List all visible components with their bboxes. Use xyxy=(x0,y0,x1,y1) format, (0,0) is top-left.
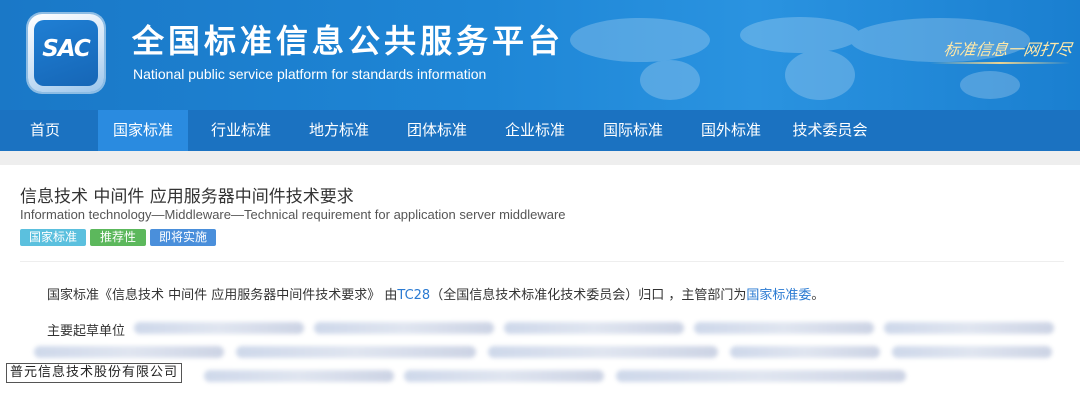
blurred-drafter xyxy=(616,370,906,382)
blurred-drafter xyxy=(204,370,394,382)
nav-item-industry-standards[interactable]: 行业标准 xyxy=(196,110,286,151)
tag-national-standard: 国家标准 xyxy=(20,229,86,246)
main-nav: 首页 国家标准 行业标准 地方标准 团体标准 企业标准 国际标准 国外标准 技术… xyxy=(0,110,1080,151)
nav-item-international-standards[interactable]: 国际标准 xyxy=(588,110,678,151)
slogan: 标准信息一网打尽 xyxy=(942,40,1074,59)
blurred-drafter xyxy=(236,346,476,358)
nav-item-national-standards[interactable]: 国家标准 xyxy=(98,110,188,151)
company-watermark: 普元信息技术股份有限公司 xyxy=(6,363,183,383)
site-title: 全国标准信息公共服务平台 xyxy=(132,22,565,60)
sac-logo[interactable]: SAC xyxy=(28,14,104,92)
blurred-drafter xyxy=(488,346,718,358)
nav-item-enterprise-standards[interactable]: 企业标准 xyxy=(490,110,580,151)
blurred-drafter xyxy=(504,322,684,334)
desc-prefix: 国家标准《信息技术 中间件 应用服务器中间件技术要求》 由 xyxy=(47,288,398,303)
blurred-drafter xyxy=(314,322,494,334)
tc28-link[interactable]: TC28 xyxy=(397,288,430,303)
drafters-label: 主要起草单位 xyxy=(47,324,126,339)
nav-item-group-standards[interactable]: 团体标准 xyxy=(392,110,482,151)
content-divider xyxy=(20,261,1064,262)
blurred-drafter xyxy=(730,346,880,358)
tag-recommended: 推荐性 xyxy=(90,229,146,246)
standard-title-cn: 信息技术 中间件 应用服务器中间件技术要求 xyxy=(20,187,354,207)
desc-mid: （全国信息技术标准化技术委员会）归口 ，主管部门为 xyxy=(430,288,747,303)
nav-item-local-standards[interactable]: 地方标准 xyxy=(294,110,384,151)
blurred-drafter xyxy=(892,346,1052,358)
site-subtitle: National public service platform for sta… xyxy=(133,66,487,82)
nav-item-technical-committee[interactable]: 技术委员会 xyxy=(780,110,880,151)
tag-upcoming: 即将实施 xyxy=(150,229,216,246)
blurred-drafter xyxy=(134,322,304,334)
blurred-drafter xyxy=(694,322,874,334)
nav-item-foreign-standards[interactable]: 国外标准 xyxy=(686,110,776,151)
standard-description: 国家标准《信息技术 中间件 应用服务器中间件技术要求》 由TC28（全国信息技术… xyxy=(47,284,824,303)
header-banner: SAC 全国标准信息公共服务平台 National public service… xyxy=(0,0,1080,110)
section-separator xyxy=(0,151,1080,165)
slogan-underline xyxy=(930,62,1070,64)
nav-item-home[interactable]: 首页 xyxy=(0,110,90,151)
blurred-drafter xyxy=(884,322,1054,334)
blurred-drafter xyxy=(404,370,604,382)
blurred-drafter xyxy=(34,346,224,358)
desc-suffix: 。 xyxy=(811,288,825,303)
logo-text: SAC xyxy=(42,36,91,62)
standard-title-en: Information technology—Middleware—Techni… xyxy=(20,207,566,222)
authority-link[interactable]: 国家标准委 xyxy=(746,288,811,303)
